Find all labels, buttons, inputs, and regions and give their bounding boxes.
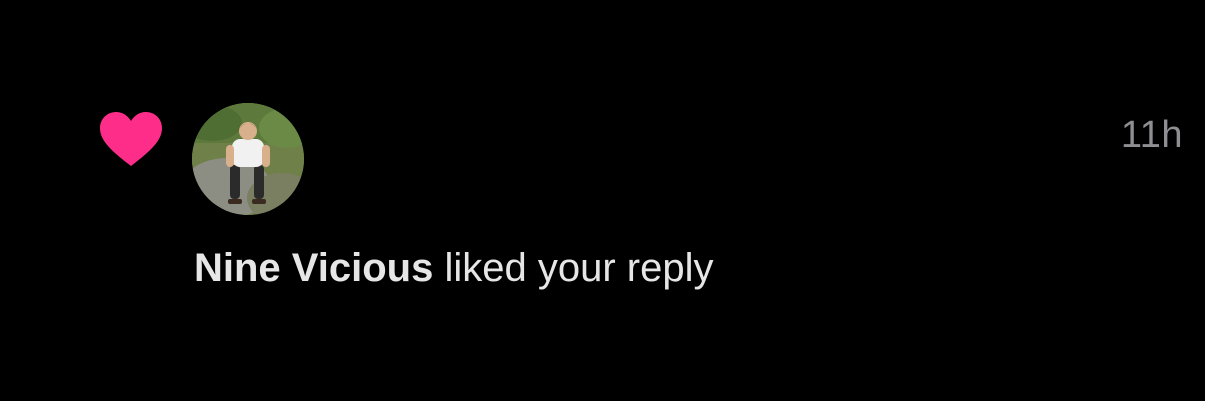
notification-message: Nine Vicious liked your reply (194, 246, 713, 291)
like-notification[interactable]: 11h Nine Vicious liked your reply (0, 0, 1205, 401)
heart-icon (100, 112, 162, 168)
timestamp: 11h (1120, 114, 1183, 156)
action-text: liked your reply (433, 246, 714, 290)
avatar[interactable] (192, 103, 304, 215)
username-link[interactable]: Nine Vicious (194, 246, 433, 290)
